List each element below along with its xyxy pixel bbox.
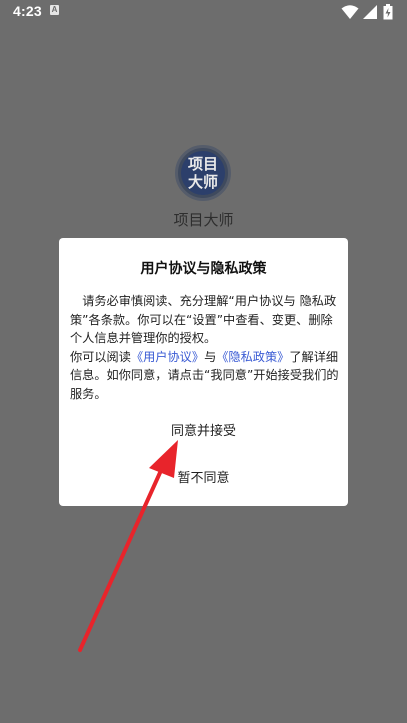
dialog-body: 请务必审慎阅读、充分理解“用户协议与 隐私政策”各条款。你可以在“设置”中查看、… bbox=[70, 292, 342, 403]
paragraph-1-text: 请务必审慎阅读、充分理解“用户协议与 隐私政策”各条款。你可以在“设置”中查看、… bbox=[70, 294, 337, 345]
accept-button[interactable]: 同意并接受 bbox=[59, 420, 348, 439]
status-bar: 4:23 A bbox=[0, 0, 407, 24]
notification-a-icon: A bbox=[50, 5, 59, 15]
privacy-policy-link[interactable]: 《隐私政策》 bbox=[216, 350, 289, 364]
status-icons bbox=[341, 4, 397, 20]
wifi-icon bbox=[341, 5, 359, 19]
user-agreement-link[interactable]: 《用户协议》 bbox=[131, 350, 204, 364]
paragraph-2-prefix: 你可以阅读 bbox=[70, 349, 131, 364]
decline-button[interactable]: 暂不同意 bbox=[59, 467, 348, 486]
dialog-title: 用户协议与隐私政策 bbox=[140, 261, 267, 277]
paragraph-2-mid: 与 bbox=[204, 349, 217, 364]
agreement-dialog: 用户协议与隐私政策 请务必审慎阅读、充分理解“用户协议与 隐私政策”各条款。你可… bbox=[59, 238, 348, 506]
signal-icon bbox=[363, 5, 377, 19]
app-logo: 项目大师 bbox=[175, 145, 231, 201]
dialog-paragraph-1: 请务必审慎阅读、充分理解“用户协议与 隐私政策”各条款。你可以在“设置”中查看、… bbox=[70, 292, 342, 348]
dialog-paragraph-2: 你可以阅读《用户协议》与《隐私政策》了解详细信息。如你同意，请点击“我同意”开始… bbox=[70, 348, 342, 404]
battery-icon bbox=[383, 4, 393, 20]
app-name: 项目大师 bbox=[173, 211, 234, 229]
status-time: 4:23 bbox=[13, 3, 42, 19]
app-logo-text: 项目大师 bbox=[181, 151, 225, 195]
